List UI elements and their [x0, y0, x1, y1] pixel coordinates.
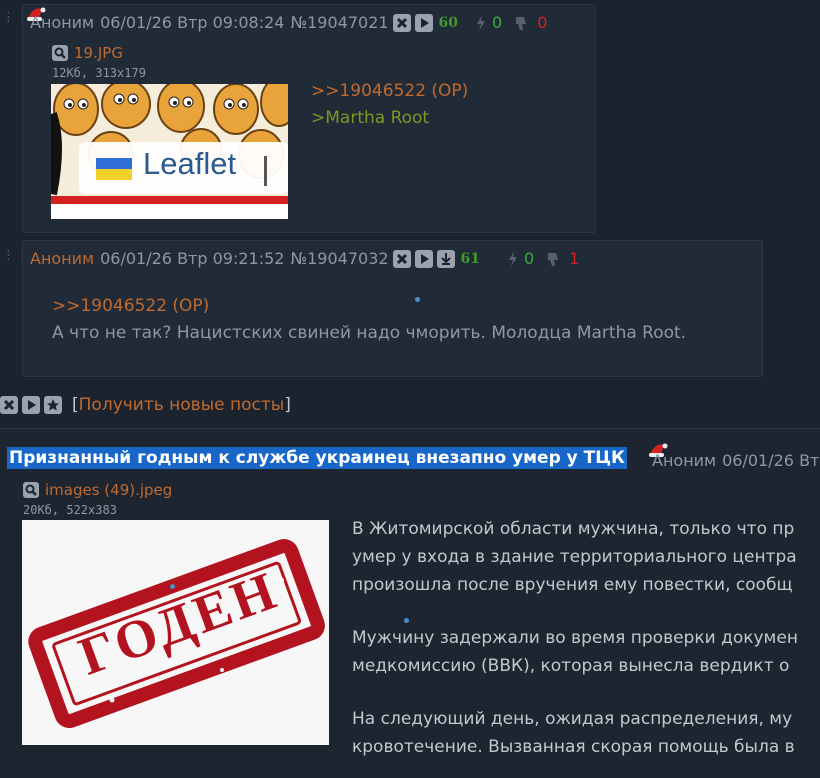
quote-text: >Martha Root [311, 108, 430, 128]
magnifier-icon [23, 482, 39, 498]
op-line-9: кровотечение. Вызванная скорая помощь бы… [352, 737, 795, 757]
post-text: А что не так? Нацистских свиней надо чмо… [52, 323, 687, 343]
download-icon[interactable] [436, 249, 455, 268]
op-line-2: умер у входа в здание территориального ц… [352, 547, 797, 567]
hide-icon[interactable] [0, 396, 18, 414]
file-meta: 12Кб, 313x179 [52, 66, 146, 80]
hide-icon[interactable] [392, 13, 411, 32]
reply-link[interactable]: >>19046522 (OP) [311, 81, 468, 101]
op-header: Аноним 06/01/26 Вт [652, 451, 819, 470]
thumbnail-text: Leaflet [143, 146, 237, 181]
op-line-1: В Житомирской области мужчина, только чт… [352, 519, 795, 539]
post-datetime: 06/01/26 Вт [722, 451, 820, 470]
dislike-button[interactable]: 1 [546, 249, 579, 268]
like-count: 0 [524, 249, 535, 268]
op-title-row: Признанный годным к службе украинец внез… [7, 447, 627, 469]
thread-title: Признанный годным к службе украинец внез… [7, 447, 627, 469]
post-counter: 60 [438, 14, 459, 31]
reply-link[interactable]: >>19046522 (OP) [52, 296, 209, 316]
star-icon[interactable] [44, 396, 62, 414]
op-line-6: медкомиссию (ВВК), которая вынесла верди… [352, 656, 790, 676]
like-icon [509, 250, 518, 267]
poster-name: Аноним [652, 451, 717, 470]
dislike-button[interactable]: 0 [514, 13, 547, 32]
magnifier-icon [52, 45, 68, 61]
bracket-close: ] [284, 395, 291, 415]
cursor-dot [170, 584, 175, 589]
post-number[interactable]: №19047021 [290, 13, 388, 32]
post-header: Аноним 06/01/26 Втр 09:08:24 №19047021 6… [30, 13, 547, 32]
post-number[interactable]: №19047032 [290, 249, 388, 268]
file-meta: 20Кб, 522x383 [23, 503, 117, 517]
post-counter: 61 [460, 250, 481, 267]
hide-icon[interactable] [392, 249, 411, 268]
get-new-posts-link[interactable]: Получить новые посты [79, 395, 285, 415]
dislike-count: 1 [569, 249, 580, 268]
poster-name: Аноним [30, 249, 95, 268]
play-icon[interactable] [22, 396, 40, 414]
like-button[interactable]: 0 [476, 13, 502, 32]
dislike-icon [548, 252, 559, 266]
op-line-5: Мужчину задержали во время проверки доку… [352, 628, 798, 648]
dislike-count: 0 [537, 13, 548, 32]
like-count: 0 [492, 13, 503, 32]
op-line-8: На следующий день, ожидая распределения,… [352, 709, 793, 729]
post-datetime: 06/01/26 Втр 09:21:52 [100, 249, 285, 268]
thread-controls: [ Получить новые посты ] [0, 395, 291, 415]
dislike-icon [516, 16, 527, 30]
play-icon[interactable] [414, 249, 433, 268]
file-link[interactable]: 19.JPG [52, 44, 123, 62]
op-line-3: произошла после вручения ему повестки, с… [352, 575, 793, 595]
cursor-dot [415, 297, 420, 302]
bracket-open: [ [72, 395, 79, 415]
post-thumbnail[interactable]: Leaflet [51, 84, 288, 219]
poster-name: Аноним [30, 13, 95, 32]
play-icon[interactable] [414, 13, 433, 32]
like-button[interactable]: 0 [508, 249, 534, 268]
op-thumbnail[interactable]: ГОДЕН [22, 520, 329, 745]
file-name: images (49).jpeg [45, 481, 173, 499]
post-datetime: 06/01/26 Втр 09:08:24 [100, 13, 285, 32]
cursor-dot [404, 618, 409, 623]
file-link[interactable]: images (49).jpeg [23, 481, 172, 499]
like-icon [477, 14, 486, 31]
post-header: Аноним 06/01/26 Втр 09:21:52 №19047032 6… [30, 249, 579, 268]
file-name: 19.JPG [74, 44, 123, 62]
